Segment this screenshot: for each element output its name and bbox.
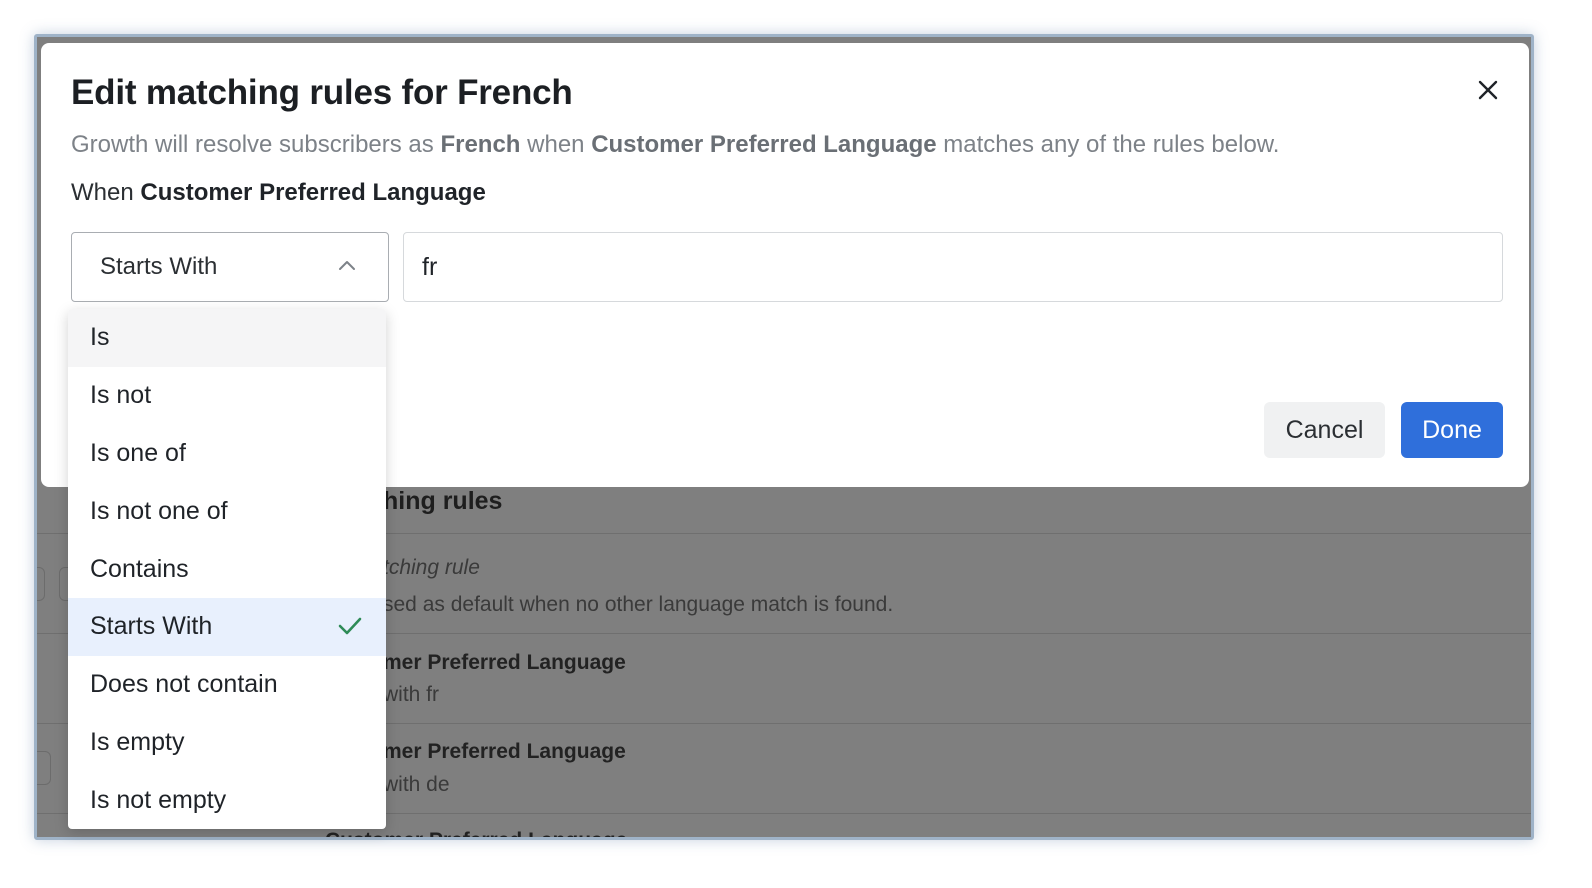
option-label: Does not contain [90,670,278,699]
rule-value-input[interactable] [403,232,1503,302]
option-label: Starts With [90,612,213,641]
description-language: French [440,131,521,158]
chevron-up-icon [339,261,355,270]
option-does-not-contain[interactable]: Does not contain [68,656,386,714]
description-text: when [520,131,592,158]
rule-attribute: Customer Preferred Language [325,829,627,837]
option-label: Is not one of [90,496,228,525]
option-is[interactable]: Is [68,309,386,367]
when-label: When Customer Preferred Language [71,179,486,207]
option-is-not[interactable]: Is not [68,367,386,425]
option-label: Contains [90,554,189,583]
description-text: matches any of the rules below. [936,131,1280,158]
close-icon [1478,80,1498,100]
check-icon [338,617,362,635]
when-text: When [71,179,141,206]
option-label: Is [90,323,110,352]
option-contains[interactable]: Contains [68,540,386,598]
dialog-description: Growth will resolve subscribers as Frenc… [71,131,1279,159]
option-is-not-empty[interactable]: Is not empty [68,771,386,829]
rule-condition: with fr [383,683,440,706]
done-button[interactable]: Done [1401,402,1503,458]
option-is-one-of[interactable]: Is one of [68,425,386,483]
rule-condition: with de [383,773,450,796]
bg-control-stub [37,567,45,601]
cancel-button[interactable]: Cancel [1264,402,1385,458]
option-starts-with[interactable]: Starts With [68,597,386,656]
default-rule-title: tching rule [383,556,480,579]
rule-attribute: mer Preferred Language [383,651,626,674]
section-heading: hing rules [383,487,503,515]
operator-select-value: Starts With [100,253,218,280]
option-label: Is one of [90,438,186,467]
option-label: Is empty [90,727,185,756]
bg-control-stub [37,751,51,785]
when-attribute: Customer Preferred Language [140,179,486,206]
operator-select[interactable]: Starts With [71,232,389,302]
default-rule-description: sed as default when no other language ma… [383,593,894,616]
description-text: Growth will resolve subscribers as [71,131,441,158]
option-is-not-one-of[interactable]: Is not one of [68,482,386,540]
close-button[interactable] [1473,75,1503,105]
dialog-title: Edit matching rules for French [71,73,573,112]
operator-dropdown-menu: Is Is not Is one of Is not one of Contai… [68,309,386,829]
option-is-empty[interactable]: Is empty [68,714,386,772]
option-label: Is not [90,381,152,410]
rule-attribute: mer Preferred Language [383,740,626,763]
description-attribute: Customer Preferred Language [591,131,937,158]
option-label: Is not empty [90,785,227,814]
